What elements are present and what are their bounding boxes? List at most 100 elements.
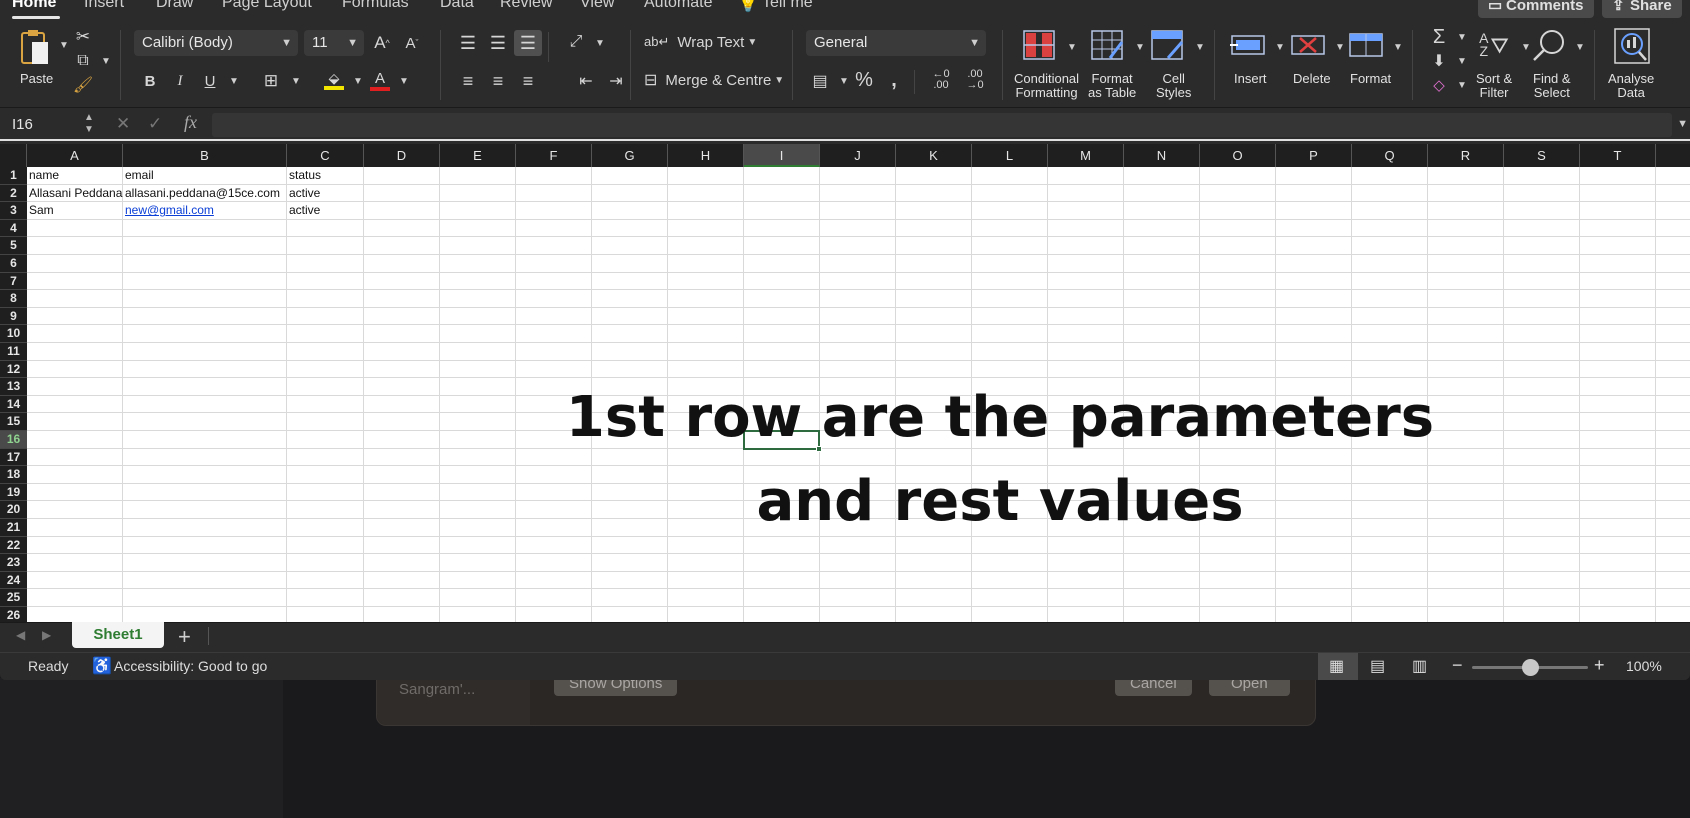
- accounting-dropdown-icon[interactable]: ▼: [839, 76, 849, 87]
- wrap-text-button[interactable]: ab↵ Wrap Text ▼: [644, 30, 757, 54]
- page-layout-view-icon[interactable]: ▤: [1370, 656, 1385, 676]
- data-cell[interactable]: new@gmail.com: [123, 202, 214, 220]
- cut-icon[interactable]: ✂: [72, 26, 94, 48]
- delete-cells-icon[interactable]: [1290, 30, 1326, 60]
- comments-button[interactable]: ▭ Comments: [1478, 0, 1594, 18]
- expand-formula-bar-icon[interactable]: ▼: [1677, 118, 1688, 130]
- align-top-icon[interactable]: ☰: [456, 32, 480, 54]
- decrease-font-size-icon[interactable]: Aˇ: [400, 32, 424, 54]
- decrease-indent-icon[interactable]: ⇤: [574, 70, 598, 92]
- name-box-stepper-icon[interactable]: ▲ ▼: [84, 112, 94, 136]
- normal-view-button[interactable]: ▦: [1318, 653, 1358, 680]
- column-header-j[interactable]: J: [820, 144, 896, 167]
- column-header-s[interactable]: S: [1504, 144, 1580, 167]
- clear-icon[interactable]: ◇: [1428, 74, 1450, 96]
- row-header-2[interactable]: 2: [0, 185, 27, 203]
- column-header-g[interactable]: G: [592, 144, 668, 167]
- number-format-select[interactable]: General ▼: [806, 30, 986, 56]
- zoom-out-icon[interactable]: −: [1452, 655, 1463, 676]
- chevron-down-icon[interactable]: ▼: [1575, 42, 1585, 53]
- row-header-7[interactable]: 7: [0, 273, 27, 291]
- column-header-b[interactable]: B: [123, 144, 287, 167]
- underline-dropdown-icon[interactable]: ▼: [229, 76, 239, 87]
- decrease-decimal-icon[interactable]: .00 →0: [962, 68, 988, 92]
- row-header-1[interactable]: 1: [0, 167, 27, 185]
- data-cell[interactable]: allasani.peddana@15ce.com: [123, 185, 280, 203]
- dialog-sidebar-item[interactable]: Sangram'...: [399, 681, 475, 698]
- paste-button[interactable]: [16, 28, 54, 68]
- accounting-format-icon[interactable]: ▤: [808, 70, 832, 92]
- header-cell[interactable]: name: [27, 167, 59, 185]
- font-size-select[interactable]: 11 ▼: [304, 30, 364, 56]
- column-header-h[interactable]: H: [668, 144, 744, 167]
- row-header-13[interactable]: 13: [0, 378, 27, 396]
- align-right-icon[interactable]: ≡: [516, 70, 540, 92]
- paste-dropdown-icon[interactable]: ▼: [59, 40, 69, 51]
- column-header-a[interactable]: A: [27, 144, 123, 167]
- italic-icon[interactable]: I: [170, 70, 190, 92]
- accessibility-status[interactable]: Accessibility: Good to go: [114, 658, 267, 674]
- add-sheet-icon[interactable]: +: [178, 624, 191, 650]
- previous-sheet-icon[interactable]: ◀: [16, 628, 25, 642]
- comma-style-icon[interactable]: ,: [884, 68, 904, 92]
- tab-formulas[interactable]: Formulas: [342, 0, 409, 12]
- page-break-view-icon[interactable]: ▥: [1412, 656, 1427, 676]
- column-header-t[interactable]: T: [1580, 144, 1656, 167]
- analyse-data-icon[interactable]: [1612, 26, 1652, 66]
- insert-cells-icon[interactable]: [1230, 30, 1266, 60]
- row-header-15[interactable]: 15: [0, 413, 27, 431]
- row-header-5[interactable]: 5: [0, 237, 27, 255]
- insert-function-icon[interactable]: fx: [184, 112, 197, 133]
- format-cells-icon[interactable]: [1348, 30, 1384, 60]
- column-header-r[interactable]: R: [1428, 144, 1504, 167]
- chevron-down-icon[interactable]: ▼: [1393, 42, 1403, 53]
- column-header-d[interactable]: D: [364, 144, 440, 167]
- row-header-6[interactable]: 6: [0, 255, 27, 273]
- row-header-19[interactable]: 19: [0, 484, 27, 502]
- row-header-12[interactable]: 12: [0, 361, 27, 379]
- align-middle-icon[interactable]: ☰: [486, 32, 510, 54]
- column-header-k[interactable]: K: [896, 144, 972, 167]
- chevron-down-icon[interactable]: ▼: [1195, 42, 1205, 53]
- increase-font-size-icon[interactable]: A ^: [370, 32, 394, 54]
- align-center-icon[interactable]: ≡: [486, 70, 510, 92]
- row-header-8[interactable]: 8: [0, 290, 27, 308]
- find-select-icon[interactable]: [1530, 28, 1570, 62]
- row-header-22[interactable]: 22: [0, 537, 27, 555]
- confirm-entry-icon[interactable]: ✓: [148, 114, 162, 134]
- tab-data[interactable]: Data: [440, 0, 474, 12]
- autosum-icon[interactable]: Σ: [1428, 26, 1450, 48]
- row-header-14[interactable]: 14: [0, 396, 27, 414]
- header-cell[interactable]: status: [287, 167, 321, 185]
- row-header-3[interactable]: 3: [0, 202, 27, 220]
- underline-icon[interactable]: U: [200, 70, 220, 92]
- merge-centre-button[interactable]: ⊟ Merge & Centre ▼: [644, 68, 784, 92]
- row-header-21[interactable]: 21: [0, 519, 27, 537]
- tab-view[interactable]: View: [580, 0, 614, 12]
- borders-dropdown-icon[interactable]: ▼: [291, 76, 301, 87]
- tab-page-layout[interactable]: Page Layout: [222, 0, 312, 12]
- font-color-dropdown-icon[interactable]: ▼: [399, 76, 409, 87]
- select-all-corner[interactable]: [0, 144, 27, 167]
- conditional-formatting-icon[interactable]: [1022, 28, 1056, 62]
- bold-icon[interactable]: B: [140, 70, 160, 92]
- copy-icon[interactable]: ⧉: [72, 50, 94, 72]
- chevron-down-icon[interactable]: ▼: [1457, 32, 1467, 43]
- row-header-16[interactable]: 16: [0, 431, 27, 449]
- column-header-e[interactable]: E: [440, 144, 516, 167]
- data-cell[interactable]: active: [287, 185, 320, 203]
- next-sheet-icon[interactable]: ▶: [42, 628, 51, 642]
- column-header-o[interactable]: O: [1200, 144, 1276, 167]
- tab-home[interactable]: Home: [12, 0, 56, 12]
- tab-insert[interactable]: Insert: [84, 0, 124, 12]
- align-left-icon[interactable]: ≡: [456, 70, 480, 92]
- borders-icon[interactable]: ⊞: [260, 70, 282, 92]
- row-header-25[interactable]: 25: [0, 589, 27, 607]
- column-header-f[interactable]: F: [516, 144, 592, 167]
- chevron-down-icon[interactable]: ▼: [1457, 56, 1467, 67]
- row-header-18[interactable]: 18: [0, 466, 27, 484]
- increase-decimal-icon[interactable]: ←0.00: [928, 68, 954, 92]
- row-header-24[interactable]: 24: [0, 572, 27, 590]
- fill-color-icon[interactable]: ⬙: [322, 68, 346, 92]
- percent-style-icon[interactable]: %: [852, 68, 876, 92]
